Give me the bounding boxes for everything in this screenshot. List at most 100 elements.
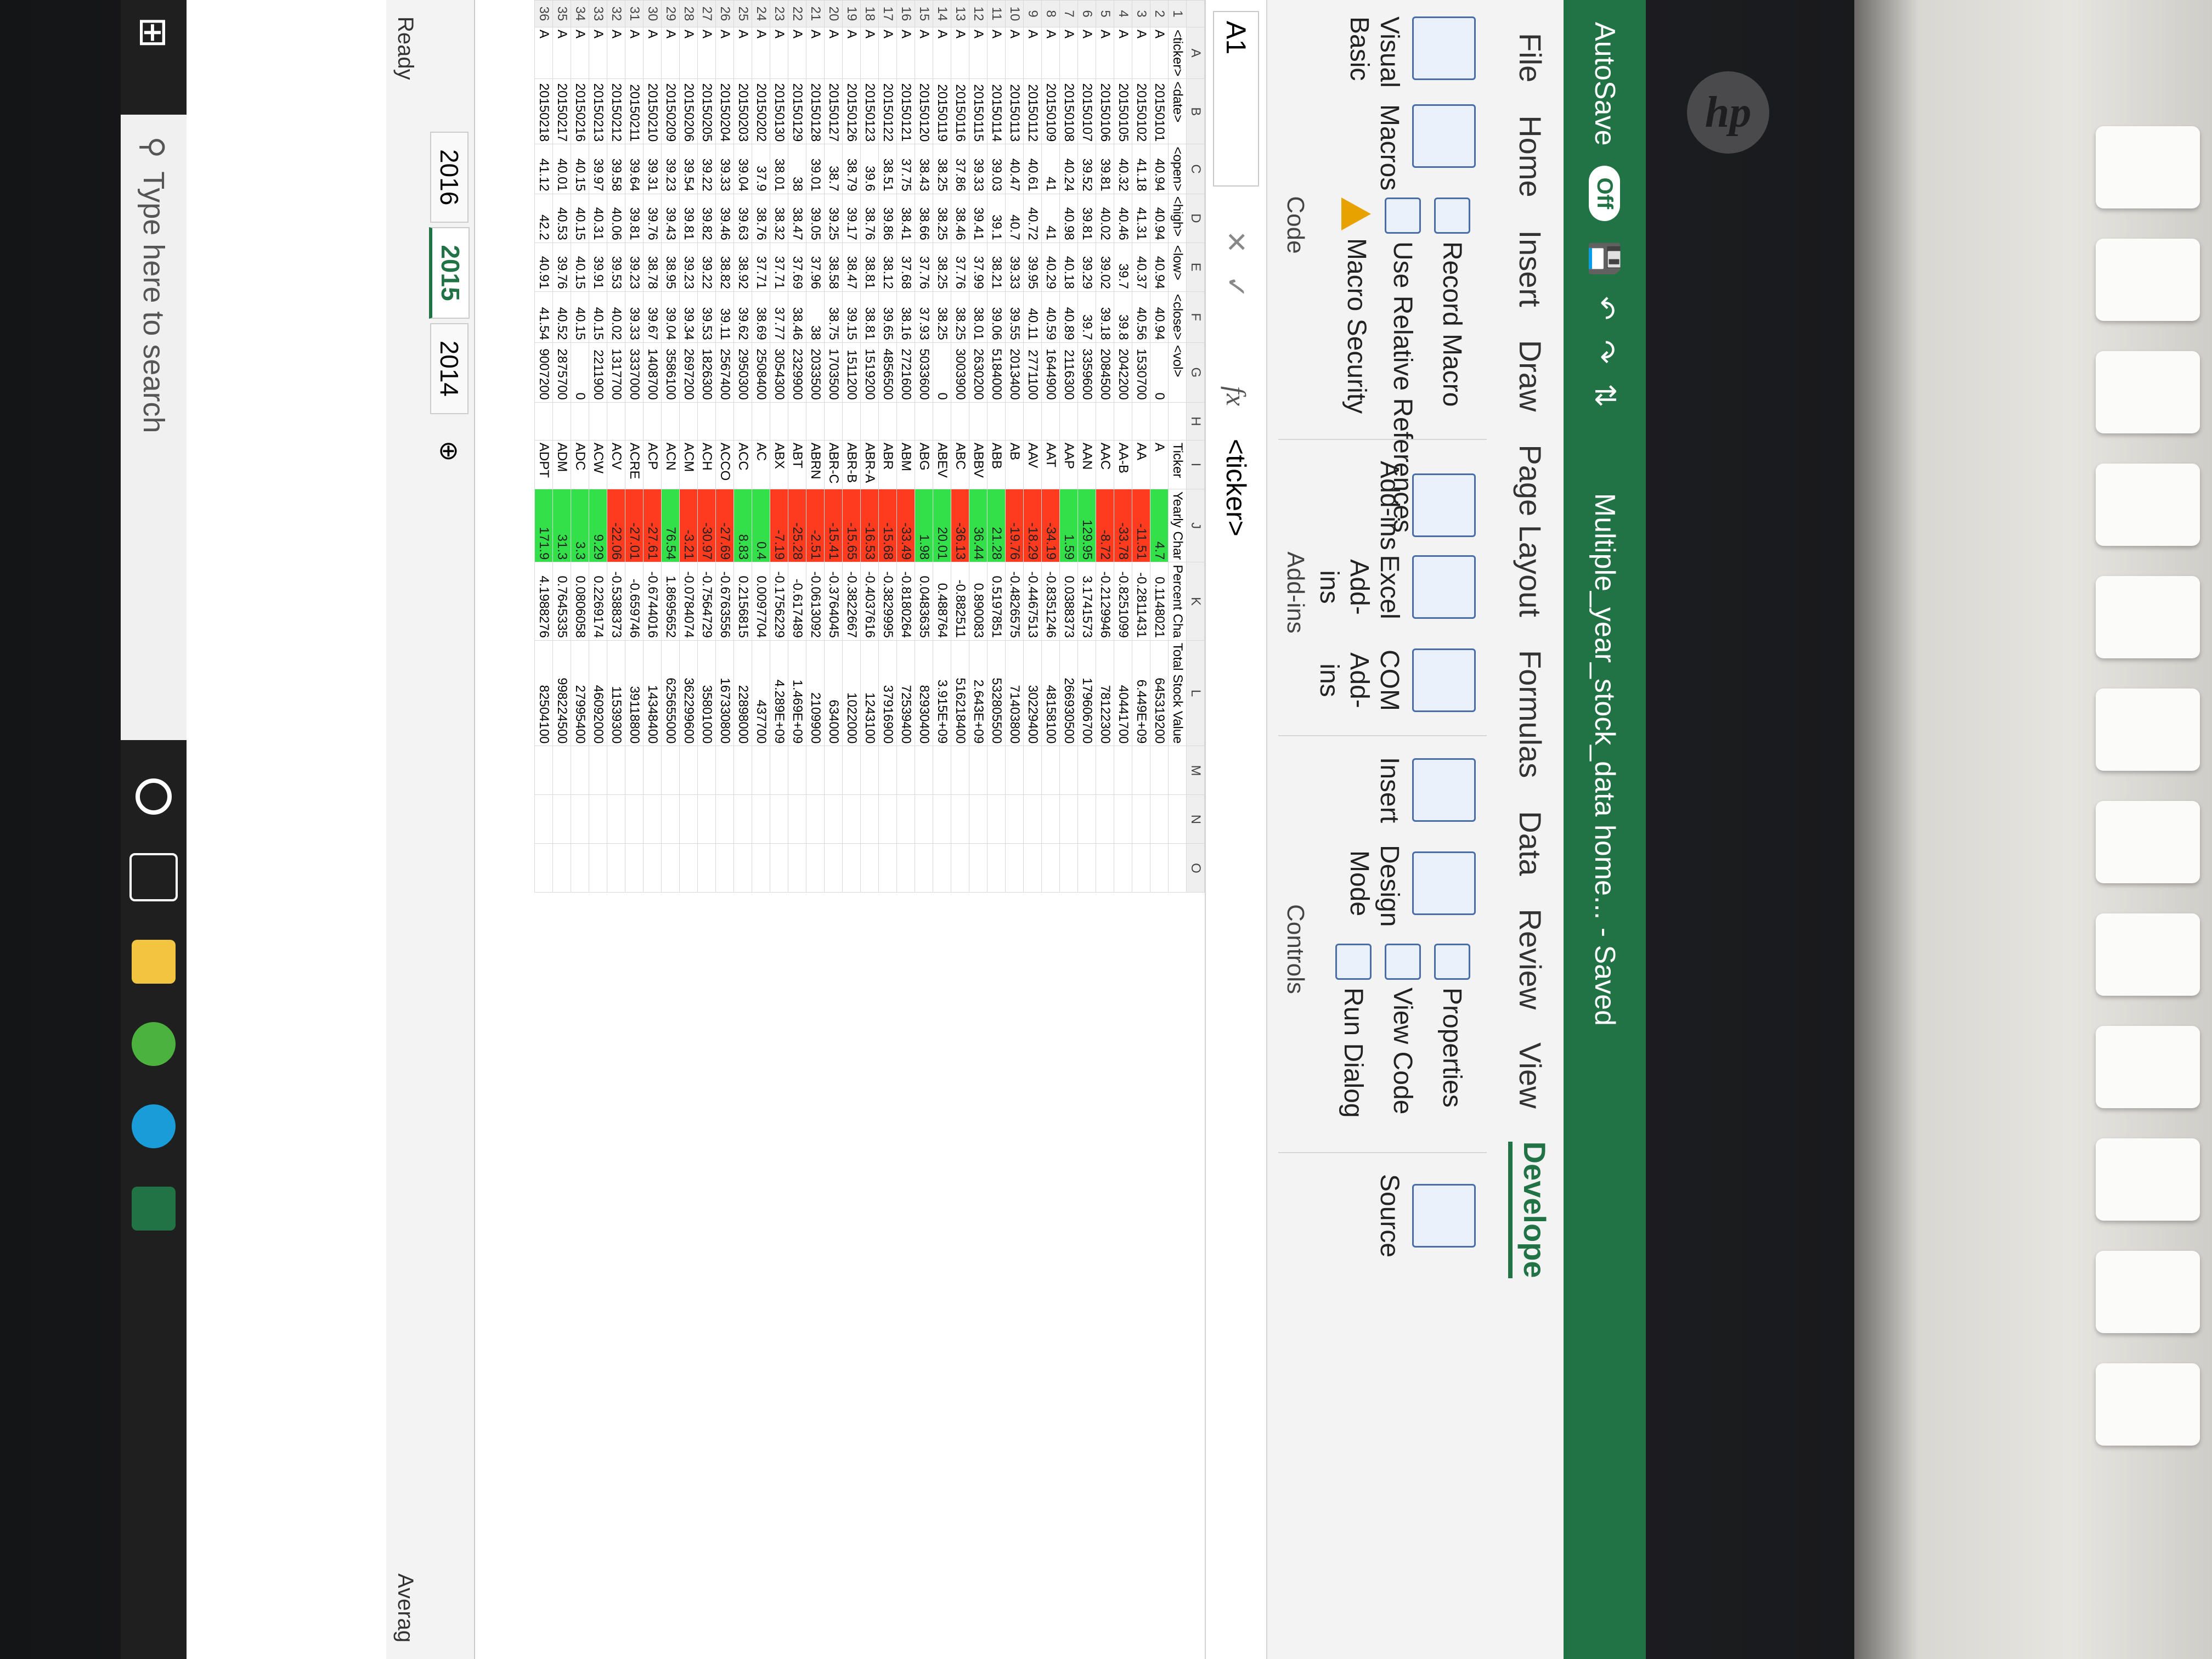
cell[interactable]: 38.95 <box>661 242 680 292</box>
cell[interactable]: 39.23 <box>661 144 680 194</box>
cell[interactable]: 39.55 <box>1005 291 1024 343</box>
cell[interactable] <box>1168 402 1187 441</box>
cell[interactable] <box>643 794 662 844</box>
cell[interactable]: AAP <box>1059 440 1078 489</box>
cell[interactable]: -8.72 <box>1096 489 1114 562</box>
row-header[interactable]: 34 <box>571 0 589 27</box>
cell[interactable]: -2.51 <box>806 489 825 562</box>
cell[interactable]: 2697200 <box>679 342 698 403</box>
column-header[interactable]: L <box>1186 640 1205 746</box>
cell[interactable]: AAT <box>1041 440 1060 489</box>
cell[interactable]: A <box>1077 27 1096 79</box>
cell[interactable]: 22898000 <box>733 640 752 746</box>
cell[interactable]: 39.34 <box>679 291 698 343</box>
cell[interactable] <box>951 794 969 844</box>
cell[interactable] <box>1005 794 1024 844</box>
cell[interactable] <box>1132 794 1150 844</box>
save-icon[interactable]: 💾 <box>1588 241 1622 276</box>
cell[interactable]: 3003900 <box>951 342 969 403</box>
cell[interactable]: 37.71 <box>752 242 770 292</box>
cell[interactable]: 41 <box>1041 194 1060 243</box>
cell[interactable]: 39.33 <box>625 291 644 343</box>
cell[interactable] <box>878 794 897 844</box>
cell[interactable]: 72539400 <box>896 640 915 746</box>
cell[interactable] <box>842 402 861 441</box>
cell[interactable] <box>1150 843 1169 893</box>
cell[interactable] <box>752 402 770 441</box>
cell[interactable]: 41.18 <box>1132 144 1150 194</box>
cell[interactable]: 38.16 <box>896 291 915 343</box>
cell[interactable]: 39.03 <box>987 144 1006 194</box>
cell[interactable]: 38.76 <box>860 194 879 243</box>
row-header[interactable]: 2 <box>1150 0 1169 27</box>
cell[interactable]: 20150210 <box>643 78 662 144</box>
cell[interactable]: 40.32 <box>1114 144 1132 194</box>
cell[interactable]: AC <box>752 440 770 489</box>
cell[interactable] <box>643 746 662 795</box>
redo-icon[interactable]: ↷ <box>1588 340 1621 364</box>
cell[interactable] <box>643 402 662 441</box>
cell[interactable]: A <box>969 27 988 79</box>
cell[interactable]: 5033600 <box>915 342 933 403</box>
cell[interactable]: A <box>534 27 553 79</box>
cell[interactable] <box>733 843 752 893</box>
cell[interactable]: ABC <box>951 440 969 489</box>
cell[interactable]: 179606700 <box>1077 640 1096 746</box>
cell[interactable]: ACCO <box>715 440 734 489</box>
cell[interactable]: 0.2269174 <box>589 562 607 641</box>
cell[interactable]: 11539300 <box>607 640 625 746</box>
cell[interactable]: 39.43 <box>661 194 680 243</box>
cell[interactable] <box>806 746 825 795</box>
cell[interactable]: -0.6744016 <box>643 562 662 641</box>
column-header[interactable]: N <box>1186 794 1205 844</box>
cell[interactable]: 38.25 <box>933 242 951 292</box>
cell[interactable] <box>715 794 734 844</box>
cell[interactable]: 2875700 <box>552 342 571 403</box>
cell[interactable]: 516218400 <box>951 640 969 746</box>
cell[interactable]: 39.81 <box>679 194 698 243</box>
cell[interactable]: 37.86 <box>951 144 969 194</box>
cell[interactable]: ACW <box>589 440 607 489</box>
cell[interactable]: AAN <box>1077 440 1096 489</box>
cell[interactable] <box>824 843 843 893</box>
cell[interactable]: <open> <box>1168 144 1187 194</box>
row-header[interactable]: 18 <box>860 0 879 27</box>
row-header[interactable]: 11 <box>987 0 1006 27</box>
row-header[interactable]: 13 <box>951 0 969 27</box>
cell[interactable]: 129.95 <box>1077 489 1096 562</box>
cell[interactable] <box>1005 746 1024 795</box>
cell[interactable]: 39.15 <box>842 291 861 343</box>
cell[interactable]: 9007200 <box>534 342 553 403</box>
cell[interactable]: 20150126 <box>842 78 861 144</box>
row-header[interactable]: 5 <box>1096 0 1114 27</box>
cell[interactable] <box>770 402 788 441</box>
cell[interactable]: 3.3 <box>571 489 589 562</box>
cell[interactable]: 20150105 <box>1114 78 1132 144</box>
cell[interactable]: 3359600 <box>1077 342 1096 403</box>
cell[interactable]: 2116300 <box>1059 342 1078 403</box>
cell[interactable]: 39.81 <box>625 194 644 243</box>
cell[interactable]: 2630200 <box>969 342 988 403</box>
column-header[interactable]: I <box>1186 440 1205 489</box>
cell[interactable] <box>987 843 1006 893</box>
cell[interactable]: 38.81 <box>860 291 879 343</box>
cell[interactable]: 2721600 <box>896 342 915 403</box>
cell[interactable]: 39.97 <box>589 144 607 194</box>
cell[interactable]: A <box>1023 27 1042 79</box>
cell[interactable]: 39.54 <box>679 144 698 194</box>
cell[interactable]: -27.01 <box>625 489 644 562</box>
cell[interactable]: 40.94 <box>1150 291 1169 343</box>
macro-security-button[interactable]: Macro Security <box>1341 198 1372 414</box>
cell[interactable]: 2013400 <box>1005 342 1024 403</box>
cell[interactable]: 1530700 <box>1132 342 1150 403</box>
cell[interactable]: 40.11 <box>1023 291 1042 343</box>
cell[interactable]: 40.94 <box>1150 194 1169 243</box>
cell[interactable]: -15.41 <box>824 489 843 562</box>
cell[interactable]: 37.75 <box>896 144 915 194</box>
cell[interactable] <box>770 843 788 893</box>
autosave-toggle[interactable]: Off <box>1589 165 1621 222</box>
cell[interactable]: 39.7 <box>1077 291 1096 343</box>
cell[interactable] <box>589 794 607 844</box>
cell[interactable]: 37.76 <box>951 242 969 292</box>
cell[interactable]: 20150130 <box>770 78 788 144</box>
